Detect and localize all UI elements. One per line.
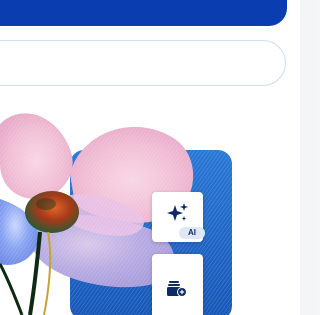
- search-field[interactable]: [0, 40, 286, 86]
- app-canvas: AI: [0, 0, 318, 315]
- ai-sparkle-icon: [167, 203, 188, 221]
- ai-badge: AI: [179, 227, 205, 239]
- flower-center: [25, 191, 79, 233]
- ai-tool-button[interactable]: AI: [152, 192, 205, 242]
- add-layer-icon: [167, 281, 187, 297]
- flower-illustration: [0, 104, 300, 315]
- search-input[interactable]: [0, 41, 285, 85]
- top-header-bar: [0, 0, 287, 26]
- right-gutter: [300, 0, 318, 315]
- add-layer-button[interactable]: [152, 254, 203, 315]
